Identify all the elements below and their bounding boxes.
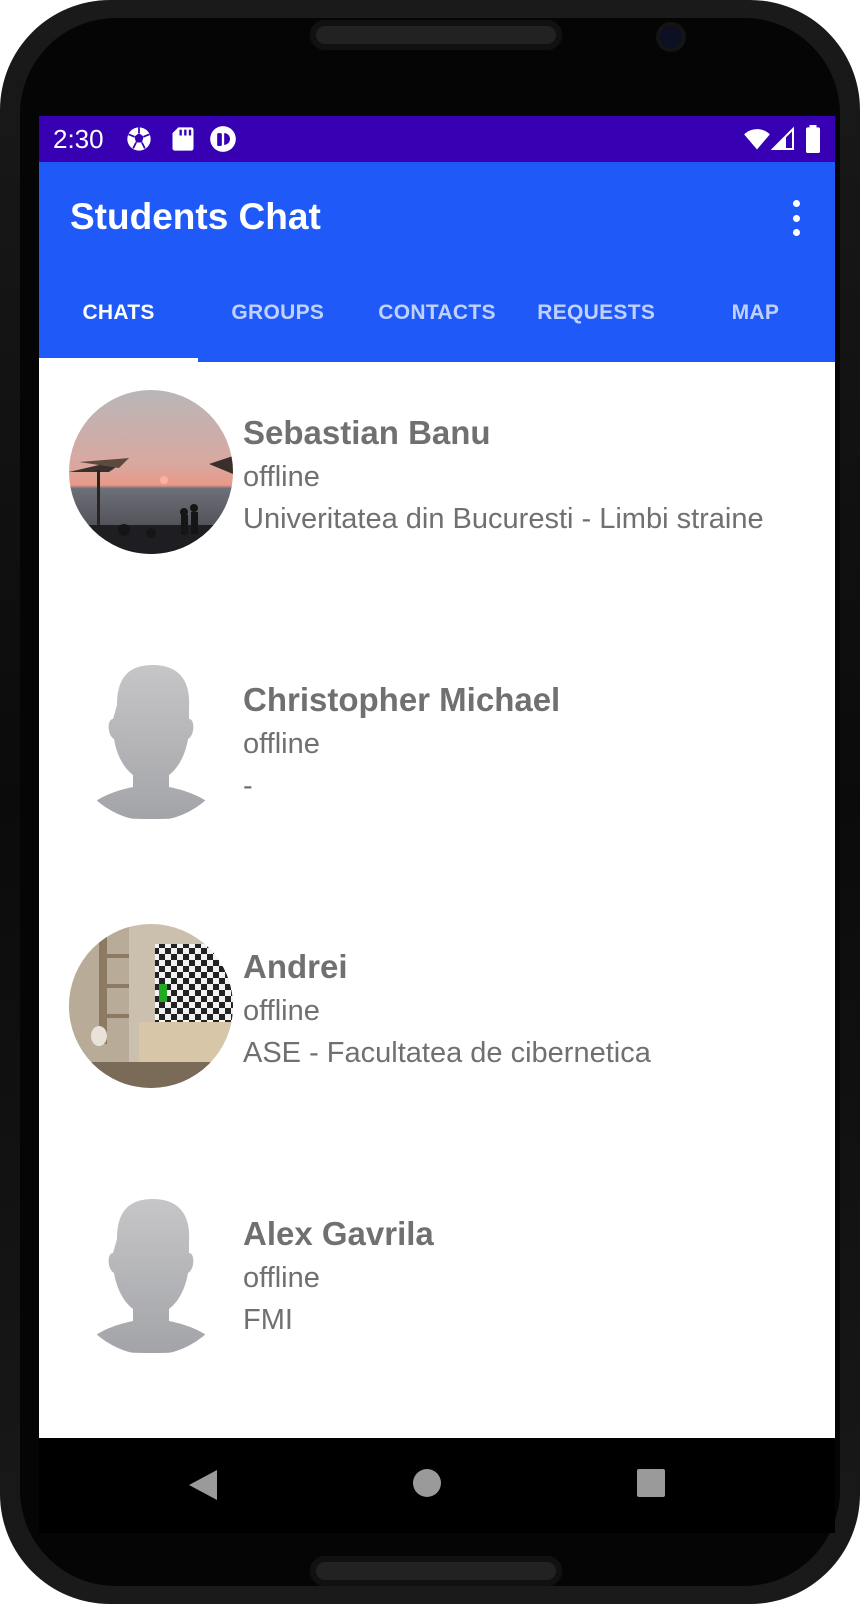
soccer-ball-icon: [127, 127, 151, 151]
front-camera: [660, 26, 682, 48]
chat-list: Sebastian Banu offline Univeritatea din …: [39, 362, 835, 1430]
contact-status: offline: [243, 461, 320, 493]
chat-item-text: Christopher Michael offline -: [243, 677, 560, 807]
app-bar: Students Chat CHATS GROUPS CONTACTS REQU…: [39, 162, 835, 362]
app-notification-icon: [210, 126, 236, 152]
top-speaker: [310, 20, 562, 50]
contact-status: offline: [243, 1262, 320, 1294]
tab-map[interactable]: MAP: [676, 288, 835, 362]
avatar-photo-room[interactable]: [69, 924, 233, 1088]
bottom-speaker: [310, 1556, 562, 1586]
contact-university: FMI: [243, 1304, 293, 1336]
contact-name: Sebastian Banu: [243, 414, 491, 451]
battery-icon: [806, 125, 820, 153]
contact-university: ASE - Facultatea de cibernetica: [243, 1037, 651, 1069]
contact-status: offline: [243, 995, 320, 1027]
status-bar: 2:30: [39, 116, 835, 162]
chat-item-text: Andrei offline ASE - Facultatea de ciber…: [243, 944, 651, 1074]
navigation-bar: [39, 1438, 835, 1533]
more-vert-icon[interactable]: [785, 200, 807, 236]
back-icon[interactable]: [187, 1468, 219, 1502]
tab-bar: CHATS GROUPS CONTACTS REQUESTS MAP: [39, 288, 835, 362]
app-title: Students Chat: [70, 196, 321, 237]
sd-card-icon: [172, 127, 194, 151]
home-icon[interactable]: [412, 1468, 442, 1498]
tab-groups[interactable]: GROUPS: [198, 288, 357, 362]
screen: 2:30 Students Chat CHATS GROUPS CONTACTS…: [39, 116, 835, 1438]
chat-item[interactable]: Andrei offline ASE - Facultatea de ciber…: [39, 896, 835, 1163]
contact-status: offline: [243, 728, 320, 760]
contact-name: Alex Gavrila: [243, 1215, 434, 1252]
tab-requests[interactable]: REQUESTS: [517, 288, 676, 362]
tab-chats[interactable]: CHATS: [39, 288, 199, 362]
chat-item[interactable]: Alex Gavrila offline FMI: [39, 1163, 835, 1430]
contact-university: -: [243, 770, 253, 802]
wifi-icon: [744, 129, 770, 150]
cell-signal-icon: [771, 126, 794, 150]
chat-item[interactable]: Sebastian Banu offline Univeritatea din …: [39, 362, 835, 629]
contact-name: Christopher Michael: [243, 681, 561, 718]
contact-name: Andrei: [243, 948, 348, 985]
avatar-photo-sunset[interactable]: [69, 390, 233, 554]
contact-university: Univeritatea din Bucuresti - Limbi strai…: [243, 503, 764, 535]
status-time: 2:30: [53, 124, 104, 154]
default-avatar-icon[interactable]: [69, 1191, 233, 1355]
chat-item[interactable]: Christopher Michael offline -: [39, 629, 835, 896]
chat-item-text: Sebastian Banu offline Univeritatea din …: [243, 410, 764, 540]
recents-icon[interactable]: [636, 1468, 666, 1498]
tab-contacts[interactable]: CONTACTS: [357, 288, 516, 362]
default-avatar-icon[interactable]: [69, 657, 233, 821]
chat-item-text: Alex Gavrila offline FMI: [243, 1211, 434, 1341]
